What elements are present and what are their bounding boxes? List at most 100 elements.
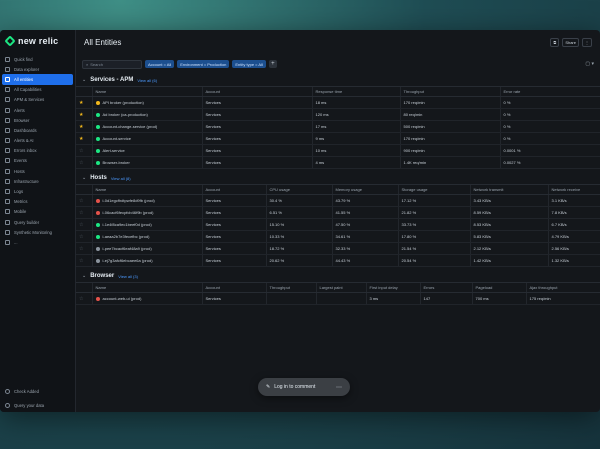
table-row[interactable]: ☆ i-1e4f8ca9ec1beef0d (prod) Services 15.10…: [76, 218, 600, 231]
column-header[interactable]: Largest paint: [315, 282, 366, 293]
column-header[interactable]: Name: [91, 282, 202, 293]
column-header[interactable]: Response time: [311, 86, 400, 97]
star-outline-icon[interactable]: ☆: [79, 246, 83, 252]
entity-name-cell[interactable]: Browser-broker: [91, 156, 202, 169]
sidebar-item[interactable]: Infrastructure: [0, 176, 75, 186]
column-header[interactable]: Network receive: [547, 184, 600, 195]
table-row[interactable]: ☆ i-pee7bcacf6eaf48a9 (prod) Services 18.72…: [76, 242, 600, 255]
copy-link-button[interactable]: ⧉: [550, 37, 560, 47]
view-all-link[interactable]: View all (8): [111, 176, 131, 181]
table-row[interactable]: ☆ i-06cacf6fecpfcb46f9b (prod) Services 6.5…: [76, 206, 600, 219]
table-row[interactable]: ☆ i-ej7g3afcf6ebcaee6a (prod) Services 20.6…: [76, 254, 600, 267]
table-row[interactable]: ★ Account-change-service (prod) Services 17…: [76, 120, 600, 133]
sidebar-item[interactable]: Browser: [0, 115, 75, 125]
entity-name-cell[interactable]: i-aeaa2b7e3fecefbc (prod): [91, 230, 202, 243]
entity-name-cell[interactable]: account-web-ui (prod): [91, 292, 202, 305]
entity-name-cell[interactable]: Account-service: [91, 132, 202, 145]
brand-logo[interactable]: new relic: [0, 30, 75, 52]
sidebar-item[interactable]: Quick find: [0, 54, 75, 64]
entity-name-cell[interactable]: Ad broker (ca-production): [91, 108, 202, 121]
add-filter-button[interactable]: +: [268, 60, 277, 68]
table-row[interactable]: ☆ i-0d1egcfhdtpwfe8d9fb (prod) Services 30.…: [76, 194, 600, 207]
search-input[interactable]: ⌕ Search: [82, 59, 142, 69]
sidebar-item[interactable]: Dashboards: [0, 125, 75, 135]
sidebar-item[interactable]: All entities: [2, 74, 73, 85]
sidebar-item[interactable]: Errors inbox: [0, 146, 75, 156]
filter-chip-environment[interactable]: Environment = Production: [177, 60, 230, 68]
column-header[interactable]: Name: [91, 86, 202, 97]
sidebar-item[interactable]: Query builder: [0, 217, 75, 227]
entity-name-cell[interactable]: i-1e4f8ca9ec1beef0d (prod): [91, 218, 202, 231]
section-header[interactable]: ⌄ Browser View all (3): [76, 270, 600, 282]
star-outline-icon[interactable]: ☆: [79, 160, 83, 166]
column-header[interactable]: Account: [201, 184, 266, 195]
sidebar-item[interactable]: ...: [0, 237, 75, 247]
share-button[interactable]: Share: [562, 37, 579, 47]
table-row[interactable]: ★ Account-service Services 9 ms 170 req/min 0…: [76, 132, 600, 145]
star-outline-icon[interactable]: ☆: [79, 234, 83, 240]
sidebar-item[interactable]: Hosts: [0, 166, 75, 176]
sidebar-item[interactable]: Alerts: [0, 105, 75, 115]
star-outline-icon[interactable]: ☆: [79, 258, 83, 264]
star-outline-icon[interactable]: ☆: [79, 210, 83, 216]
star-filled-icon[interactable]: ★: [79, 112, 83, 118]
column-header[interactable]: Memory usage: [331, 184, 398, 195]
column-header[interactable]: Name: [91, 184, 202, 195]
star-outline-icon[interactable]: ☆: [79, 296, 83, 302]
table-row[interactable]: ☆ Browser-broker Services 4 ms 1.4K req/min 0…: [76, 156, 600, 169]
sidebar-item[interactable]: All Capabilities: [0, 85, 75, 95]
sidebar-item[interactable]: Synthetic Monitoring: [0, 227, 75, 237]
star-outline-icon[interactable]: ☆: [79, 148, 83, 154]
entity-name-cell[interactable]: Account-change-service (prod): [91, 120, 202, 133]
column-header[interactable]: Account: [201, 282, 266, 293]
column-header[interactable]: Network transmit: [469, 184, 548, 195]
star-outline-icon[interactable]: ☆: [79, 222, 83, 228]
column-header[interactable]: Throughput: [265, 282, 316, 293]
entity-name-cell[interactable]: API broker (production): [91, 96, 202, 109]
section-header[interactable]: ⌄ Hosts View all (8): [76, 172, 600, 184]
star-filled-icon[interactable]: ★: [79, 124, 83, 130]
star-filled-icon[interactable]: ★: [79, 100, 83, 106]
entity-name-cell[interactable]: i-ej7g3afcf6ebcaee6a (prod): [91, 254, 202, 267]
cell-err: 0 %: [499, 132, 600, 145]
column-header[interactable]: Throughput: [399, 86, 500, 97]
view-all-link[interactable]: View all (3): [118, 274, 138, 279]
star-filled-icon[interactable]: ★: [79, 136, 83, 142]
star-outline-icon[interactable]: ☆: [79, 198, 83, 204]
sidebar-item[interactable]: APM & Services: [0, 95, 75, 105]
column-header[interactable]: Storage usage: [397, 184, 470, 195]
column-header[interactable]: Ajax throughput: [525, 282, 600, 293]
column-header[interactable]: Pageload: [471, 282, 526, 293]
table-row[interactable]: ☆ Alert-service Services 10 ms 900 req/min 0.…: [76, 144, 600, 157]
column-header[interactable]: Errors: [419, 282, 472, 293]
view-toggle-button[interactable]: ▢ ▾: [585, 61, 594, 67]
comment-toast[interactable]: ✎ Log in to comment ⋯: [258, 378, 350, 396]
column-header[interactable]: Error rate: [499, 86, 600, 97]
table-row[interactable]: ★ API broker (production) Services 18 ms 170…: [76, 96, 600, 109]
column-header[interactable]: Account: [201, 86, 312, 97]
filter-chip-entity-type[interactable]: Entity type = All: [232, 60, 266, 68]
sidebar-item[interactable]: Logs: [0, 186, 75, 196]
more-options-button[interactable]: ⋮: [582, 37, 592, 47]
entity-name-cell[interactable]: i-06cacf6fecpfcb46f9b (prod): [91, 206, 202, 219]
column-header[interactable]: First input delay: [365, 282, 420, 293]
sidebar-item[interactable]: Metrics: [0, 197, 75, 207]
column-header[interactable]: CPU usage: [265, 184, 332, 195]
nav-icon: [5, 138, 10, 144]
view-all-link[interactable]: View all (6): [137, 78, 157, 83]
table-row[interactable]: ★ Ad broker (ca-production) Services 120 ms…: [76, 108, 600, 121]
sidebar-item[interactable]: Mobile: [0, 207, 75, 217]
table-row[interactable]: ☆ i-aeaa2b7e3fecefbc (prod) Services 10.33 …: [76, 230, 600, 243]
sidebar-item-user[interactable]: Query your data: [0, 398, 75, 412]
sidebar-item[interactable]: Data explorer: [0, 64, 75, 74]
table-row[interactable]: ☆ account-web-ui (prod) Services 3 ms 147 700…: [76, 292, 600, 305]
entity-name-cell[interactable]: i-pee7bcacf6eaf48a9 (prod): [91, 242, 202, 255]
entity-name-cell[interactable]: i-0d1egcfhdtpwfe8d9fb (prod): [91, 194, 202, 207]
section-header[interactable]: ⌄ Services - APM View all (6): [76, 74, 600, 86]
sidebar-item[interactable]: Alerts & AI: [0, 136, 75, 146]
entity-name-cell[interactable]: Alert-service: [91, 144, 202, 157]
filter-chip-account[interactable]: Account = All: [145, 60, 175, 68]
toast-more-button[interactable]: ⋯: [336, 384, 342, 391]
sidebar-item-help[interactable]: Check Added: [0, 384, 75, 398]
sidebar-item[interactable]: Events: [0, 156, 75, 166]
